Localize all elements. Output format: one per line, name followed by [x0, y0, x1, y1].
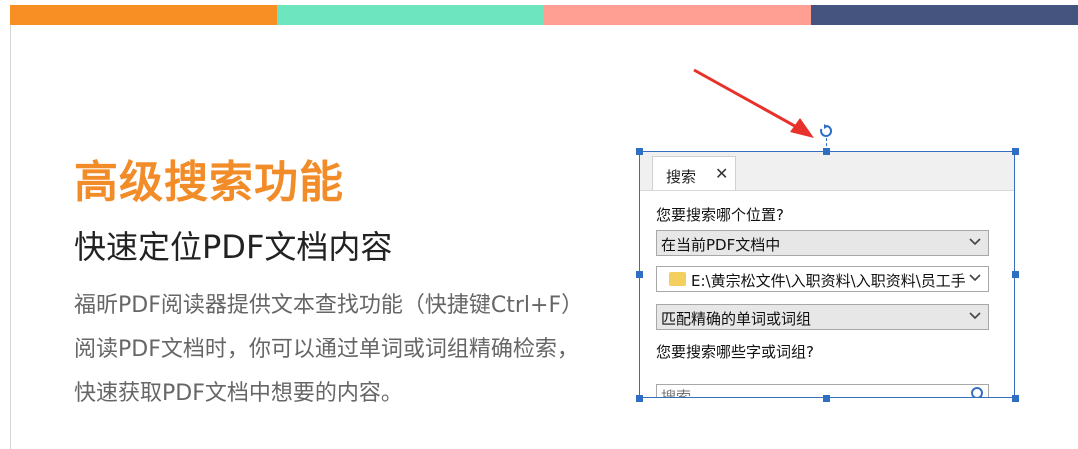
- search-tabstrip: 搜索 ✕: [640, 152, 1014, 191]
- resize-handle-top[interactable]: [823, 148, 830, 155]
- resize-handle-bottom-right[interactable]: [1012, 395, 1019, 402]
- feature-title: 高级搜索功能: [74, 157, 344, 208]
- close-icon[interactable]: ✕: [715, 164, 728, 183]
- color-bar-orange: [10, 5, 277, 25]
- search-icon[interactable]: [970, 386, 986, 398]
- description-line-3: 快速获取PDF文档中想要的内容。: [74, 381, 403, 406]
- tab-search[interactable]: 搜索 ✕: [652, 156, 736, 190]
- color-bar-mint: [277, 5, 544, 25]
- chevron-down-icon: [969, 312, 981, 320]
- feature-subtitle: 快速定位PDF文档内容: [74, 228, 393, 266]
- color-bar-pink: [544, 5, 811, 25]
- chevron-down-icon: [969, 274, 981, 282]
- folder-icon: [669, 272, 686, 286]
- search-path-value: E:\黄宗松文件\入职资料\入职资料\员工手册: [691, 272, 965, 290]
- chevron-down-icon: [969, 238, 981, 246]
- resize-handle-right[interactable]: [1012, 271, 1019, 278]
- search-path-select[interactable]: E:\黄宗松文件\入职资料\入职资料\员工手册: [656, 266, 989, 292]
- color-bar: [10, 5, 1078, 25]
- rotate-handle-icon[interactable]: [819, 124, 833, 138]
- resize-handle-left[interactable]: [636, 271, 643, 278]
- search-scope-select[interactable]: 在当前PDF文档中: [656, 230, 989, 256]
- page-left-border: [10, 25, 11, 449]
- search-scope-value: 在当前PDF文档中: [661, 236, 781, 254]
- description-line-1: 福昕PDF阅读器提供文本查找功能（快捷键Ctrl+F）: [74, 293, 584, 318]
- resize-handle-bottom[interactable]: [823, 395, 830, 402]
- feature-description: 福昕PDF阅读器提供文本查找功能（快捷键Ctrl+F） 阅读PDF文档时，你可以…: [74, 284, 583, 416]
- tab-search-label: 搜索: [666, 168, 697, 186]
- resize-handle-bottom-left[interactable]: [636, 395, 643, 402]
- resize-handle-top-right[interactable]: [1012, 148, 1019, 155]
- search-match-select[interactable]: 匹配精确的单词或词组: [656, 304, 989, 330]
- search-match-value: 匹配精确的单词或词组: [661, 310, 812, 328]
- red-arrow-icon: [693, 68, 814, 138]
- search-what-label: 您要搜索哪些字或词组?: [656, 343, 814, 361]
- color-bar-navy: [811, 5, 1078, 25]
- resize-handle-top-left[interactable]: [636, 148, 643, 155]
- description-line-2: 阅读PDF文档时，你可以通过单词或词组精确检索，: [74, 337, 579, 362]
- search-panel-screenshot[interactable]: 搜索 ✕ 您要搜索哪个位置? 在当前PDF文档中 E:\黄宗松文件\入职资料\入…: [639, 151, 1015, 398]
- search-where-label: 您要搜索哪个位置?: [656, 206, 784, 224]
- search-input[interactable]: [661, 388, 941, 397]
